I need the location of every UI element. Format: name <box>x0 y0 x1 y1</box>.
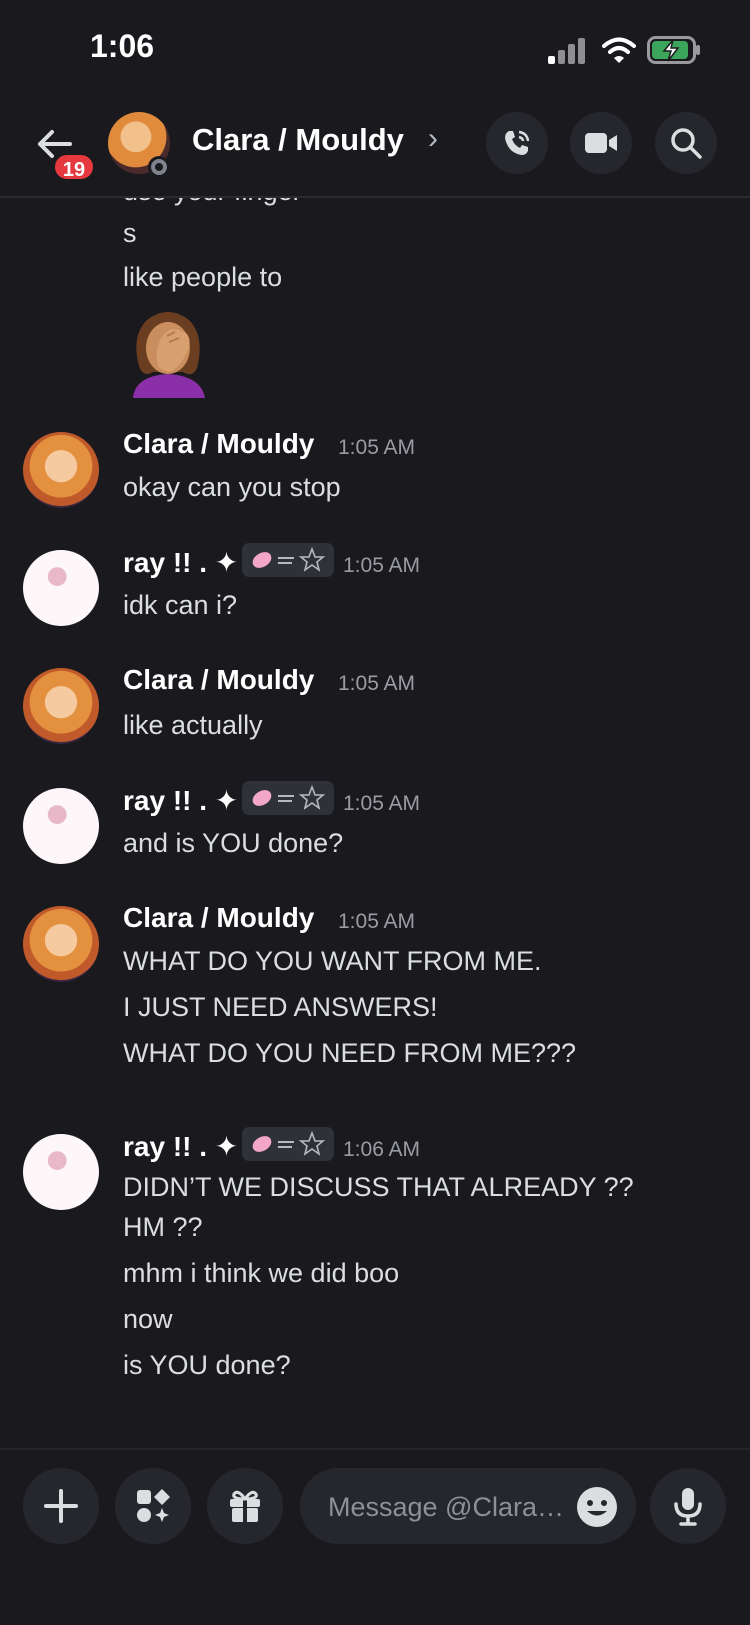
petal-star-icon <box>252 1130 326 1156</box>
petal-star-icon <box>252 546 326 572</box>
search-icon <box>671 128 702 159</box>
apps-button[interactable] <box>115 1468 191 1544</box>
voice-call-button[interactable] <box>486 112 548 174</box>
message-timestamp: 1:05 AM <box>343 792 421 815</box>
message-timestamp: 1:05 AM <box>338 910 416 933</box>
message-line: HM ?? <box>123 1212 203 1242</box>
message-line: like people to <box>123 262 283 292</box>
message-input[interactable] <box>326 1468 570 1546</box>
server-tag-badge[interactable] <box>242 543 334 577</box>
wifi-icon <box>602 37 636 63</box>
server-tag-badge[interactable] <box>242 781 334 815</box>
user-avatar[interactable] <box>23 1134 99 1210</box>
status-bar: 1:06 <box>0 0 750 100</box>
server-tag-badge[interactable] <box>242 1127 334 1161</box>
emoji-icon[interactable] <box>576 1486 618 1528</box>
message-author[interactable]: ray !! . ✦ <box>123 546 238 579</box>
message-line: s <box>123 218 137 248</box>
apps-icon <box>137 1489 170 1522</box>
status-time: 1:06 <box>90 28 155 64</box>
chevron-right-icon[interactable]: › <box>428 122 438 156</box>
video-icon <box>585 133 617 153</box>
gift-button[interactable] <box>207 1468 283 1544</box>
message-composer <box>0 1448 750 1625</box>
message-list[interactable]: use your finger s like people to Clara /… <box>0 196 750 1448</box>
message-line: now <box>123 1304 173 1334</box>
message-line: is YOU done? <box>123 1350 291 1380</box>
user-avatar[interactable] <box>23 432 99 508</box>
user-avatar[interactable] <box>23 668 99 744</box>
message-line: like actually <box>123 710 263 740</box>
channel-title[interactable]: Clara / Mouldy <box>192 122 404 158</box>
battery-icon <box>647 36 700 64</box>
message-line: idk can i? <box>123 590 238 620</box>
message-line: I JUST NEED ANSWERS! <box>123 992 438 1022</box>
message-author[interactable]: ray !! . ✦ <box>123 1130 238 1163</box>
message-line: mhm i think we did boo <box>123 1258 400 1288</box>
phone-call-icon <box>505 130 530 155</box>
user-avatar[interactable] <box>23 788 99 864</box>
voice-message-button[interactable] <box>650 1468 726 1544</box>
chat-header: 19 Clara / Mouldy › <box>0 100 750 198</box>
message-author[interactable]: Clara / Mouldy <box>123 664 314 696</box>
message-line: WHAT DO YOU WANT FROM ME. <box>123 946 542 976</box>
message-timestamp: 1:05 AM <box>338 672 416 695</box>
unread-badge: 19 <box>52 152 96 182</box>
microphone-icon <box>674 1488 702 1526</box>
user-avatar[interactable] <box>23 906 99 982</box>
petal-star-icon <box>252 784 326 810</box>
message-line: okay can you stop <box>123 472 341 502</box>
message-timestamp: 1:06 AM <box>343 1138 421 1161</box>
cellular-signal-icon <box>548 38 585 64</box>
message-line: WHAT DO YOU NEED FROM ME??? <box>123 1038 577 1068</box>
user-avatar[interactable] <box>23 550 99 626</box>
message-author[interactable]: Clara / Mouldy <box>123 428 314 460</box>
facepalm-emoji <box>133 312 205 398</box>
video-call-button[interactable] <box>570 112 632 174</box>
attach-button[interactable] <box>23 1468 99 1544</box>
offline-status-icon <box>148 156 170 178</box>
message-author[interactable]: Clara / Mouldy <box>123 902 314 934</box>
message-line: and is YOU done? <box>123 828 344 858</box>
message-timestamp: 1:05 AM <box>338 436 416 459</box>
message-line: DIDN’T WE DISCUSS THAT ALREADY ?? <box>123 1172 634 1202</box>
message-input-wrapper <box>300 1468 636 1546</box>
gift-icon <box>230 1490 260 1522</box>
search-button[interactable] <box>655 112 717 174</box>
plus-icon <box>44 1489 78 1523</box>
message-timestamp: 1:05 AM <box>343 554 421 577</box>
message-author[interactable]: ray !! . ✦ <box>123 784 238 817</box>
